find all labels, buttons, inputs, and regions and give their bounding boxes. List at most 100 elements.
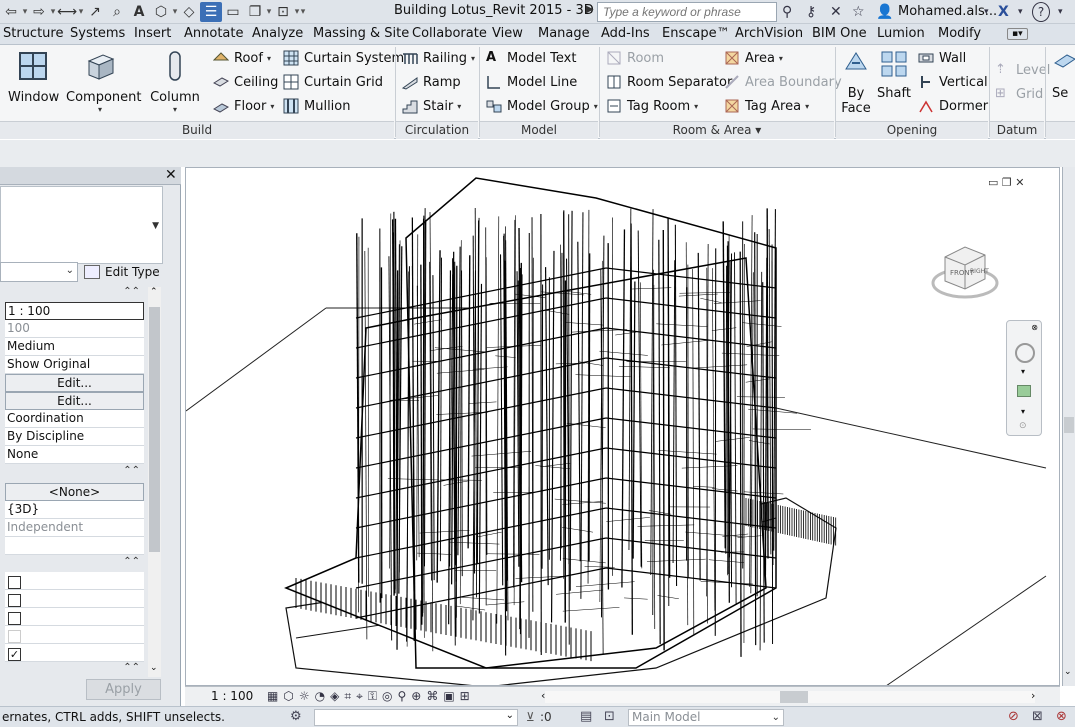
tag-area-button[interactable]: Tag Area ▾	[724, 98, 809, 114]
section-collapse-toggle[interactable]: ⌃⌃	[5, 556, 144, 572]
tag-area-dropdown-icon[interactable]: ▾	[805, 102, 809, 111]
chevron-down-icon[interactable]: ▾	[1021, 367, 1025, 376]
wall-opening-button[interactable]: Wall	[918, 50, 966, 66]
stair-dropdown-icon[interactable]: ▾	[457, 102, 461, 111]
crop-view-icon[interactable]: ⌗	[344, 689, 351, 704]
mullion-button[interactable]: Mullion	[283, 98, 350, 114]
scroll-down-icon[interactable]: ⌄	[1064, 667, 1072, 677]
section-box-checkbox[interactable]: ✓	[8, 648, 21, 661]
railing-dropdown-icon[interactable]: ▾	[471, 54, 475, 63]
grid-button[interactable]: ⊞ Grid	[995, 86, 1043, 102]
show-hidden-lines-value[interactable]: By Discipline	[5, 428, 144, 446]
tab-manage[interactable]: Manage	[538, 26, 590, 41]
model-line-button[interactable]: Model Line	[486, 74, 577, 90]
subscription-icon[interactable]: ⚷	[806, 2, 816, 22]
binoculars-icon[interactable]: ⚲	[782, 2, 792, 22]
steering-wheel-icon[interactable]	[1015, 343, 1035, 363]
vertical-opening-button[interactable]: Vertical	[918, 74, 988, 90]
rendering-icon[interactable]: ◈	[330, 689, 339, 704]
properties-scrollbar[interactable]: ⌃ ⌄	[148, 287, 161, 677]
view-scroll-thumb[interactable]	[1064, 417, 1074, 433]
section-collapse-toggle[interactable]: ⌃⌃	[5, 662, 144, 678]
far-clip-checkbox[interactable]	[8, 630, 21, 643]
graphic-display-edit-button[interactable]: Edit...	[5, 392, 144, 410]
instance-filter-dropdown[interactable]: ⌄	[0, 262, 78, 282]
roof-button[interactable]: Roof ▾	[213, 50, 271, 66]
component-button[interactable]: Component ▾	[66, 49, 141, 114]
customize-icon[interactable]: ⊡	[272, 2, 294, 22]
tab-massing-site[interactable]: Massing & Site	[313, 26, 409, 41]
user-name[interactable]: Mohamed.als...	[898, 4, 997, 19]
edit-type-button[interactable]: Edit Type	[84, 262, 160, 282]
search-input[interactable]	[597, 2, 777, 22]
show-crop-icon[interactable]: ⌖	[356, 689, 363, 704]
apply-button[interactable]: Apply	[86, 679, 161, 700]
detail-level-value[interactable]: Medium	[5, 338, 144, 356]
communication-icon[interactable]: ✕	[830, 2, 842, 22]
section-collapse-toggle[interactable]: ⌃⌃	[5, 286, 144, 302]
floor-dropdown-icon[interactable]: ▾	[270, 102, 274, 111]
text-icon[interactable]: A	[128, 2, 150, 22]
close-icon[interactable]: ⊗	[1031, 323, 1038, 332]
column-button[interactable]: Column ▾	[150, 49, 200, 114]
properties-header[interactable]	[0, 167, 181, 185]
model-text-button[interactable]: A Model Text	[486, 50, 576, 66]
scroll-thumb[interactable]	[149, 307, 160, 552]
user-menu-arrow-icon[interactable]: ▾	[984, 2, 989, 22]
tab-structure[interactable]: Structure	[3, 26, 63, 41]
measure-icon[interactable]: ⟷	[56, 2, 78, 22]
window-button[interactable]: Window	[8, 49, 59, 105]
ribbon-minimize-toggle[interactable]: ▪▾	[1007, 28, 1028, 40]
horizontal-scrollbar[interactable]	[545, 691, 1035, 703]
section-icon[interactable]: ◇	[178, 2, 200, 22]
aligned-dimension-icon[interactable]: ↗	[84, 2, 106, 22]
3d-view-icon[interactable]: ⬡	[150, 2, 172, 22]
quick-access-menu-icon[interactable]: ▾	[300, 5, 306, 19]
by-face-button[interactable]: By Face	[838, 49, 874, 116]
area-dropdown-icon[interactable]: ▾	[779, 54, 783, 63]
tag-room-button[interactable]: Tag Room ▾	[606, 98, 698, 114]
component-dropdown-icon[interactable]: ▾	[66, 105, 134, 114]
sun-path-icon[interactable]: ☼	[299, 689, 310, 704]
tab-enscape[interactable]: Enscape™	[662, 26, 730, 41]
type-selector[interactable]: ▼	[0, 186, 163, 264]
viewcube[interactable]: FRONT RIGHT	[930, 237, 1000, 307]
parts-visibility-value[interactable]: Show Original	[5, 356, 144, 374]
shaft-button[interactable]: Shaft	[876, 49, 912, 101]
room-separator-button[interactable]: Room Separator	[606, 74, 732, 90]
area-boundary-button[interactable]: Area Boundary	[724, 74, 842, 90]
detail-level-icon[interactable]: ▦	[267, 689, 278, 704]
area-button[interactable]: Area ▾	[724, 50, 783, 66]
scroll-right-icon[interactable]: ›	[1031, 689, 1035, 702]
close-hidden-icon[interactable]: ▭	[222, 2, 244, 22]
level-button[interactable]: ⇡ Level	[995, 62, 1050, 78]
reveal-constraints-icon[interactable]: ⊞	[460, 689, 470, 704]
switch-windows-icon[interactable]: ❐	[244, 2, 266, 22]
set-workplane-button[interactable]: Se	[1052, 49, 1075, 101]
discipline-value[interactable]: Coordination	[5, 410, 144, 428]
tag-room-dropdown-icon[interactable]: ▾	[694, 102, 698, 111]
exchange-apps-icon[interactable]: X	[998, 2, 1009, 22]
room-button[interactable]: Room	[606, 50, 664, 66]
tab-view[interactable]: View	[492, 26, 523, 41]
select-links-icon[interactable]: ⊘	[1008, 709, 1019, 724]
curtain-grid-button[interactable]: Curtain Grid	[283, 74, 383, 90]
annotation-crop-checkbox[interactable]	[8, 612, 21, 625]
ceiling-button[interactable]: Ceiling	[213, 74, 278, 90]
help-menu-arrow-icon[interactable]: ▾	[1058, 2, 1063, 22]
thin-lines-icon[interactable]: ☰	[200, 1, 222, 22]
tab-modify[interactable]: Modify	[938, 26, 981, 41]
analytical-model-icon[interactable]: ⌘	[426, 689, 438, 704]
tab-insert[interactable]: Insert	[134, 26, 171, 41]
visual-style-icon[interactable]: ⬡	[283, 689, 293, 704]
temporary-hide-icon[interactable]: ◎	[382, 689, 392, 704]
section-collapse-toggle[interactable]: ⌃⌃	[5, 465, 144, 481]
active-workset-dropdown[interactable]: ⌄	[314, 709, 518, 726]
curtain-system-button[interactable]: Curtain System	[283, 50, 404, 66]
scroll-up-icon[interactable]: ⌃	[150, 287, 158, 297]
tab-collaborate[interactable]: Collaborate	[412, 26, 487, 41]
select-pinned-icon[interactable]: ⊗	[1056, 709, 1067, 724]
view-scale-value[interactable]: 1 : 100	[5, 302, 144, 320]
model-group-button[interactable]: Model Group ▾	[486, 98, 598, 114]
user-icon[interactable]: 👤	[876, 2, 893, 22]
